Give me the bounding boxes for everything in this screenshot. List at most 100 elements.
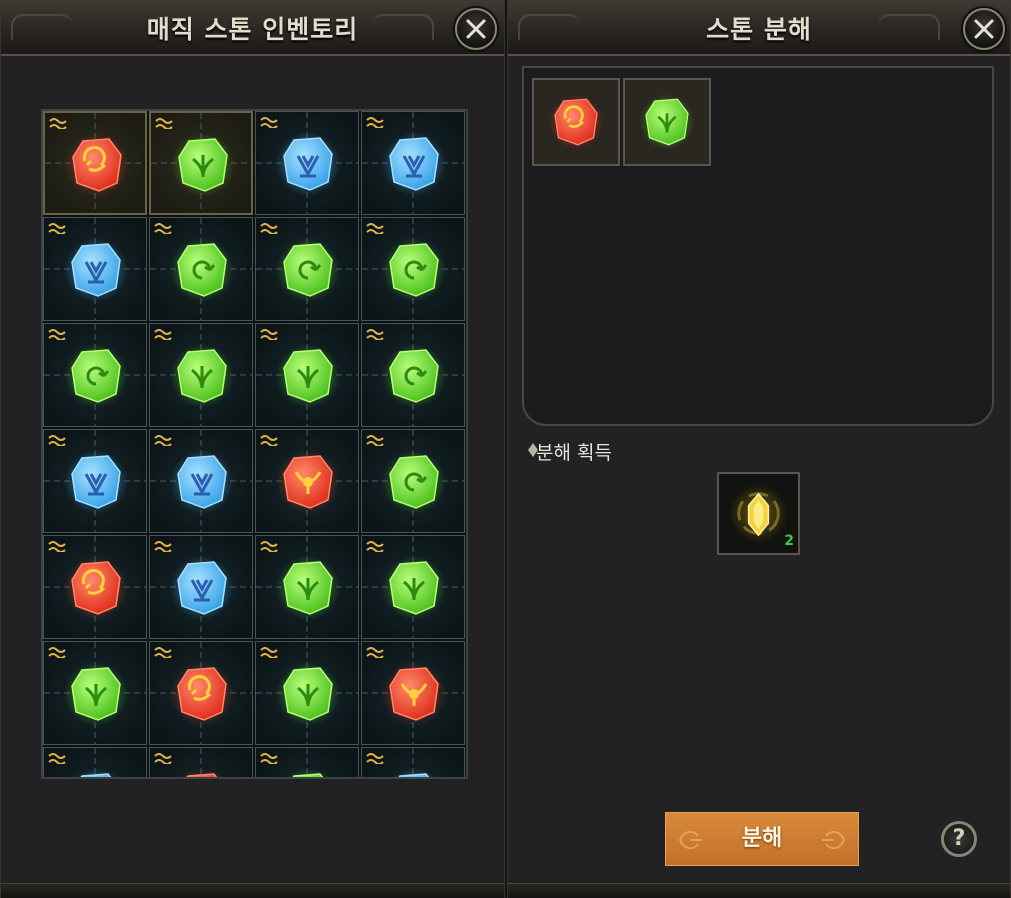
inventory-slot[interactable] — [43, 429, 147, 533]
inventory-slot[interactable] — [361, 429, 465, 533]
inventory-slot[interactable] — [43, 641, 147, 745]
inventory-slot[interactable] — [149, 747, 253, 777]
stone-item — [170, 556, 234, 624]
reward-count: 2 — [784, 533, 794, 549]
stone-item — [382, 662, 446, 730]
green-spiral-stone-icon — [382, 344, 446, 408]
green-leaf-stone-icon — [170, 344, 234, 408]
stone-item — [276, 556, 340, 624]
inventory-slot[interactable] — [43, 217, 147, 321]
decompose-button[interactable]: 분해 — [665, 812, 859, 866]
double-wave-rank-icon — [366, 753, 384, 764]
decompose-header: 스톤 분해 — [508, 0, 1010, 56]
double-wave-rank-icon — [48, 753, 66, 764]
stone-item — [382, 450, 446, 518]
stone-item — [64, 238, 128, 306]
stone-item — [382, 132, 446, 200]
stone-item — [276, 450, 340, 518]
inventory-slot[interactable] — [43, 747, 147, 777]
stone-item — [382, 768, 446, 777]
inventory-slot[interactable] — [149, 217, 253, 321]
inventory-slot[interactable] — [255, 217, 359, 321]
panel-bottom-frame — [508, 883, 1010, 898]
inventory-slot[interactable] — [149, 429, 253, 533]
stone-item — [276, 768, 340, 777]
inventory-slot[interactable] — [149, 111, 253, 215]
ornament-right-icon — [822, 830, 845, 850]
double-wave-rank-icon — [154, 329, 172, 340]
inventory-slot[interactable] — [255, 641, 359, 745]
decompose-result-label: 분해 획득 — [536, 442, 612, 464]
stone-item — [382, 344, 446, 412]
inventory-slot[interactable] — [255, 323, 359, 427]
double-wave-rank-icon — [154, 753, 172, 764]
blue-crown-stone-icon — [382, 132, 446, 196]
inventory-slot[interactable] — [255, 429, 359, 533]
double-wave-rank-icon — [366, 647, 384, 658]
double-wave-rank-icon — [48, 435, 66, 446]
green-leaf-stone-icon — [171, 133, 235, 197]
inventory-close-button[interactable] — [455, 8, 497, 50]
inventory-slot[interactable] — [149, 641, 253, 745]
stone-item — [64, 450, 128, 518]
stone-item — [170, 344, 234, 412]
panel-bottom-frame — [1, 883, 504, 898]
inventory-slot[interactable] — [149, 323, 253, 427]
blue-crown-stone-icon — [276, 132, 340, 196]
inventory-slot[interactable] — [43, 323, 147, 427]
help-button[interactable]: ? — [941, 821, 977, 857]
double-wave-rank-icon — [260, 541, 278, 552]
inventory-slot[interactable] — [43, 111, 147, 215]
reward-slot[interactable]: 2 — [717, 472, 800, 555]
green-spiral-stone-icon — [276, 238, 340, 302]
inventory-slot[interactable] — [361, 323, 465, 427]
stone-item — [64, 556, 128, 624]
blue-crown-stone-icon — [64, 238, 128, 302]
decompose-slot[interactable] — [532, 78, 620, 166]
inventory-panel: 매직 스톤 인벤토리 — [0, 0, 505, 898]
stone-item — [64, 768, 128, 777]
stone-item — [170, 662, 234, 730]
decompose-slot[interactable] — [623, 78, 711, 166]
double-wave-rank-icon — [48, 541, 66, 552]
stone-item — [276, 344, 340, 412]
inventory-slot[interactable] — [43, 535, 147, 639]
inventory-slot[interactable] — [255, 535, 359, 639]
stone-item — [276, 132, 340, 200]
inventory-slot[interactable] — [361, 535, 465, 639]
blue-crown-stone-icon — [170, 556, 234, 620]
green-spiral-stone-icon — [170, 238, 234, 302]
decompose-title: 스톤 분해 — [706, 15, 812, 44]
decompose-button-label: 분해 — [741, 826, 783, 851]
double-wave-rank-icon — [366, 541, 384, 552]
inventory-slot[interactable] — [361, 747, 465, 777]
inventory-slot[interactable] — [361, 217, 465, 321]
double-wave-rank-icon — [154, 541, 172, 552]
inventory-slot[interactable] — [255, 111, 359, 215]
double-wave-rank-icon — [260, 117, 278, 128]
inventory-slot[interactable] — [149, 535, 253, 639]
inventory-slot[interactable] — [361, 641, 465, 745]
red-round-stone-icon — [179, 768, 225, 777]
inventory-slot[interactable] — [255, 747, 359, 777]
stone-inventory-grid — [41, 109, 468, 779]
blue-crown-stone-icon — [170, 450, 234, 514]
ornament-left-icon — [679, 830, 702, 850]
stone-item — [276, 662, 340, 730]
stone-item — [170, 238, 234, 306]
decompose-close-button[interactable] — [963, 8, 1005, 50]
stone-item — [548, 94, 604, 154]
green-leaf-stone-icon — [382, 556, 446, 620]
stone-item — [171, 133, 235, 201]
double-wave-rank-icon — [48, 329, 66, 340]
green-leaf-stone-icon — [64, 662, 128, 726]
double-wave-rank-icon — [260, 329, 278, 340]
double-wave-rank-icon — [49, 118, 67, 129]
red-round-stone-icon — [64, 556, 128, 620]
inventory-slot[interactable] — [361, 111, 465, 215]
green-spiral-stone-icon — [382, 238, 446, 302]
green-spiral-stone-icon — [382, 450, 446, 514]
double-wave-rank-icon — [48, 647, 66, 658]
red-horn-stone-icon — [382, 662, 446, 726]
close-icon — [466, 19, 486, 39]
